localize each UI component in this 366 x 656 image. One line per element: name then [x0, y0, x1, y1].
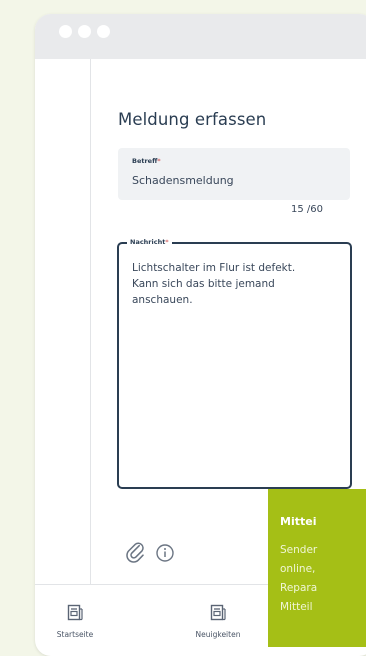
subject-field[interactable]: Betreff* Schadensmeldung — [118, 148, 350, 200]
character-counter: 15 /60 — [291, 204, 323, 215]
toast-line: online, — [280, 563, 316, 575]
toast-line: Mitteil — [280, 601, 313, 613]
subject-value: Schadensmeldung — [132, 174, 234, 187]
message-label-text: Nachricht — [130, 238, 166, 246]
required-mark: * — [157, 157, 161, 165]
toast-title: Mittei — [280, 515, 317, 528]
nav-label-startseite: Startseite — [56, 630, 94, 639]
message-field[interactable]: Nachricht* Lichtschalter im Flur ist def… — [117, 238, 352, 489]
home-document-icon — [67, 604, 83, 621]
window-dot — [97, 25, 110, 38]
required-mark: * — [165, 238, 169, 246]
message-value: Lichtschalter im Flur ist defekt. Kann s… — [132, 262, 296, 306]
toast-line: Sender — [280, 544, 318, 556]
subject-label-text: Betreff — [132, 157, 158, 165]
news-icon — [210, 604, 226, 621]
paperclip-icon[interactable] — [125, 541, 149, 565]
info-icon[interactable] — [155, 543, 175, 563]
nav-label-neuigkeiten: Neuigkeiten — [195, 630, 241, 639]
sidebar-divider — [90, 59, 91, 584]
window-dot — [78, 25, 91, 38]
nav-item-neuigkeiten[interactable]: Neuigkeiten — [178, 604, 258, 639]
toast-line: Repara — [280, 582, 318, 594]
window-dot — [59, 25, 72, 38]
message-label: Nachricht* — [127, 238, 172, 246]
page-title: Meldung erfassen — [118, 110, 267, 129]
toast-body: Sender online, Repara Mitteil — [280, 541, 317, 617]
nav-item-startseite[interactable]: Startseite — [35, 604, 115, 639]
notification-toast[interactable]: Mittei Sender online, Repara Mitteil — [268, 489, 366, 647]
subject-label: Betreff* — [132, 157, 161, 165]
window-titlebar — [35, 14, 366, 59]
